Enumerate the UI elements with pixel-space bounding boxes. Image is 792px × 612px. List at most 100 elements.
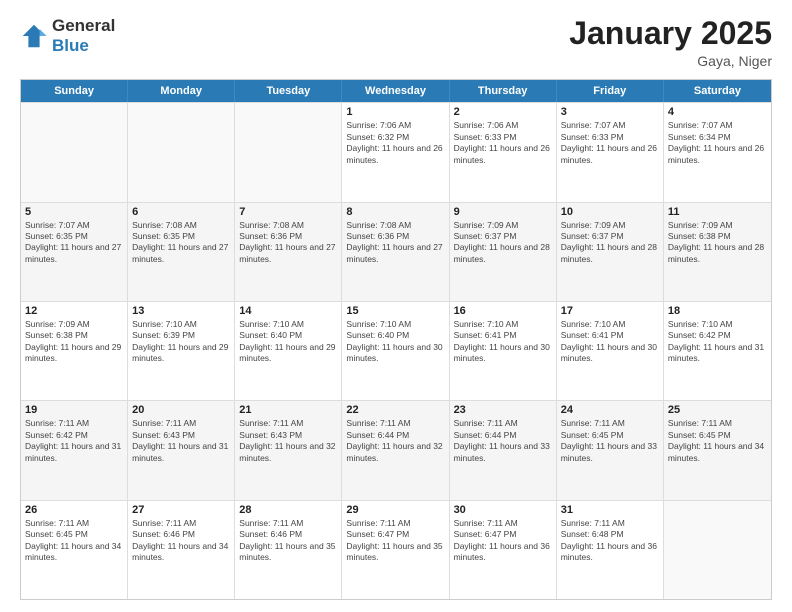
weekday-header-wednesday: Wednesday [342, 80, 449, 102]
cal-cell: 8 Sunrise: 7:08 AM Sunset: 6:36 PM Daylig… [342, 203, 449, 301]
day-number: 10 [561, 206, 659, 218]
cal-cell: 16Sunrise: 7:10 AM Sunset: 6:41 PM Dayli… [450, 302, 557, 400]
cal-cell: 9Sunrise: 7:09 AM Sunset: 6:37 PM Daylig… [450, 203, 557, 301]
day-number: 17 [561, 305, 659, 317]
day-info: Sunrise: 7:07 AM Sunset: 6:34 PM Dayligh… [668, 120, 767, 166]
day-number: 22 [346, 404, 444, 416]
day-info: Sunrise: 7:11 AM Sunset: 6:47 PM Dayligh… [454, 518, 552, 564]
day-info: Sunrise: 7:11 AM Sunset: 6:42 PM Dayligh… [25, 418, 123, 464]
cal-cell: 29 Sunrise: 7:11 AM Sunset: 6:47 PM Dayli… [342, 501, 449, 599]
cal-cell: 4Sunrise: 7:07 AM Sunset: 6:34 PM Daylig… [664, 103, 771, 201]
weekday-header-sunday: Sunday [21, 80, 128, 102]
day-info: Sunrise: 7:11 AM Sunset: 6:46 PM Dayligh… [132, 518, 230, 564]
cal-cell: 15 Sunrise: 7:10 AM Sunset: 6:40 PM Dayli… [342, 302, 449, 400]
day-number: 26 [25, 504, 123, 516]
logo: General Blue [20, 16, 115, 56]
day-number: 14 [239, 305, 337, 317]
cal-cell: 2 Sunrise: 7:06 AM Sunset: 6:33 PM Daylig… [450, 103, 557, 201]
day-number: 7 [239, 206, 337, 218]
day-info: Sunrise: 7:10 AM Sunset: 6:42 PM Dayligh… [668, 319, 767, 365]
day-number: 1 [346, 106, 444, 118]
cal-cell: 3 Sunrise: 7:07 AM Sunset: 6:33 PM Daylig… [557, 103, 664, 201]
day-number: 31 [561, 504, 659, 516]
day-info: Sunrise: 7:10 AM Sunset: 6:40 PM Dayligh… [346, 319, 444, 365]
day-number: 16 [454, 305, 552, 317]
weekday-header-saturday: Saturday [664, 80, 771, 102]
logo-general: General [52, 16, 115, 35]
day-number: 3 [561, 106, 659, 118]
cal-cell: 18 Sunrise: 7:10 AM Sunset: 6:42 PM Dayli… [664, 302, 771, 400]
day-number: 5 [25, 206, 123, 218]
cal-cell: 17 Sunrise: 7:10 AM Sunset: 6:41 PM Dayli… [557, 302, 664, 400]
day-number: 12 [25, 305, 123, 317]
day-info: Sunrise: 7:07 AM Sunset: 6:35 PM Dayligh… [25, 220, 123, 266]
cal-cell: 19 Sunrise: 7:11 AM Sunset: 6:42 PM Dayli… [21, 401, 128, 499]
day-number: 24 [561, 404, 659, 416]
calendar: SundayMondayTuesdayWednesdayThursdayFrid… [20, 79, 772, 600]
day-info: Sunrise: 7:10 AM Sunset: 6:39 PM Dayligh… [132, 319, 230, 365]
day-info: Sunrise: 7:07 AM Sunset: 6:33 PM Dayligh… [561, 120, 659, 166]
cal-cell [128, 103, 235, 201]
cal-cell [21, 103, 128, 201]
cal-cell: 24Sunrise: 7:11 AM Sunset: 6:45 PM Dayli… [557, 401, 664, 499]
cal-row-0: 1 Sunrise: 7:06 AM Sunset: 6:32 PM Daylig… [21, 102, 771, 201]
cal-cell: 11 Sunrise: 7:09 AM Sunset: 6:38 PM Dayli… [664, 203, 771, 301]
cal-cell: 21 Sunrise: 7:11 AM Sunset: 6:43 PM Dayli… [235, 401, 342, 499]
day-number: 11 [668, 206, 767, 218]
day-info: Sunrise: 7:11 AM Sunset: 6:43 PM Dayligh… [132, 418, 230, 464]
calendar-body: 1 Sunrise: 7:06 AM Sunset: 6:32 PM Daylig… [21, 102, 771, 599]
cal-row-4: 26Sunrise: 7:11 AM Sunset: 6:45 PM Dayli… [21, 500, 771, 599]
day-info: Sunrise: 7:09 AM Sunset: 6:38 PM Dayligh… [668, 220, 767, 266]
cal-cell: 30Sunrise: 7:11 AM Sunset: 6:47 PM Dayli… [450, 501, 557, 599]
day-number: 28 [239, 504, 337, 516]
day-number: 21 [239, 404, 337, 416]
cal-cell: 7 Sunrise: 7:08 AM Sunset: 6:36 PM Daylig… [235, 203, 342, 301]
weekday-header-thursday: Thursday [450, 80, 557, 102]
day-info: Sunrise: 7:11 AM Sunset: 6:44 PM Dayligh… [346, 418, 444, 464]
day-number: 19 [25, 404, 123, 416]
day-number: 6 [132, 206, 230, 218]
day-info: Sunrise: 7:06 AM Sunset: 6:33 PM Dayligh… [454, 120, 552, 166]
day-number: 15 [346, 305, 444, 317]
header: General Blue January 2025 Gaya, Niger [20, 16, 772, 69]
cal-cell: 26Sunrise: 7:11 AM Sunset: 6:45 PM Dayli… [21, 501, 128, 599]
day-info: Sunrise: 7:09 AM Sunset: 6:38 PM Dayligh… [25, 319, 123, 365]
day-info: Sunrise: 7:10 AM Sunset: 6:40 PM Dayligh… [239, 319, 337, 365]
cal-cell: 25Sunrise: 7:11 AM Sunset: 6:45 PM Dayli… [664, 401, 771, 499]
day-info: Sunrise: 7:11 AM Sunset: 6:43 PM Dayligh… [239, 418, 337, 464]
cal-cell: 31Sunrise: 7:11 AM Sunset: 6:48 PM Dayli… [557, 501, 664, 599]
day-number: 20 [132, 404, 230, 416]
cal-row-3: 19 Sunrise: 7:11 AM Sunset: 6:42 PM Dayli… [21, 400, 771, 499]
cal-cell: 20 Sunrise: 7:11 AM Sunset: 6:43 PM Dayli… [128, 401, 235, 499]
weekday-header-tuesday: Tuesday [235, 80, 342, 102]
day-info: Sunrise: 7:08 AM Sunset: 6:36 PM Dayligh… [239, 220, 337, 266]
weekday-header-monday: Monday [128, 80, 235, 102]
location: Gaya, Niger [569, 53, 772, 69]
day-info: Sunrise: 7:11 AM Sunset: 6:45 PM Dayligh… [668, 418, 767, 464]
day-number: 13 [132, 305, 230, 317]
title-block: January 2025 Gaya, Niger [569, 16, 772, 69]
day-number: 2 [454, 106, 552, 118]
day-number: 29 [346, 504, 444, 516]
day-info: Sunrise: 7:11 AM Sunset: 6:44 PM Dayligh… [454, 418, 552, 464]
day-info: Sunrise: 7:06 AM Sunset: 6:32 PM Dayligh… [346, 120, 444, 166]
day-number: 8 [346, 206, 444, 218]
cal-cell: 28Sunrise: 7:11 AM Sunset: 6:46 PM Dayli… [235, 501, 342, 599]
day-number: 18 [668, 305, 767, 317]
cal-cell: 1 Sunrise: 7:06 AM Sunset: 6:32 PM Daylig… [342, 103, 449, 201]
calendar-header: SundayMondayTuesdayWednesdayThursdayFrid… [21, 80, 771, 102]
cal-cell: 10Sunrise: 7:09 AM Sunset: 6:37 PM Dayli… [557, 203, 664, 301]
cal-row-1: 5 Sunrise: 7:07 AM Sunset: 6:35 PM Daylig… [21, 202, 771, 301]
day-info: Sunrise: 7:08 AM Sunset: 6:36 PM Dayligh… [346, 220, 444, 266]
month-year: January 2025 [569, 16, 772, 51]
day-info: Sunrise: 7:11 AM Sunset: 6:47 PM Dayligh… [346, 518, 444, 564]
day-info: Sunrise: 7:10 AM Sunset: 6:41 PM Dayligh… [561, 319, 659, 365]
day-info: Sunrise: 7:09 AM Sunset: 6:37 PM Dayligh… [454, 220, 552, 266]
cal-cell: 6Sunrise: 7:08 AM Sunset: 6:35 PM Daylig… [128, 203, 235, 301]
cal-cell: 12 Sunrise: 7:09 AM Sunset: 6:38 PM Dayli… [21, 302, 128, 400]
cal-cell: 27Sunrise: 7:11 AM Sunset: 6:46 PM Dayli… [128, 501, 235, 599]
cal-cell: 13 Sunrise: 7:10 AM Sunset: 6:39 PM Dayli… [128, 302, 235, 400]
logo-icon [20, 22, 48, 50]
day-number: 23 [454, 404, 552, 416]
logo-blue: Blue [52, 36, 89, 55]
